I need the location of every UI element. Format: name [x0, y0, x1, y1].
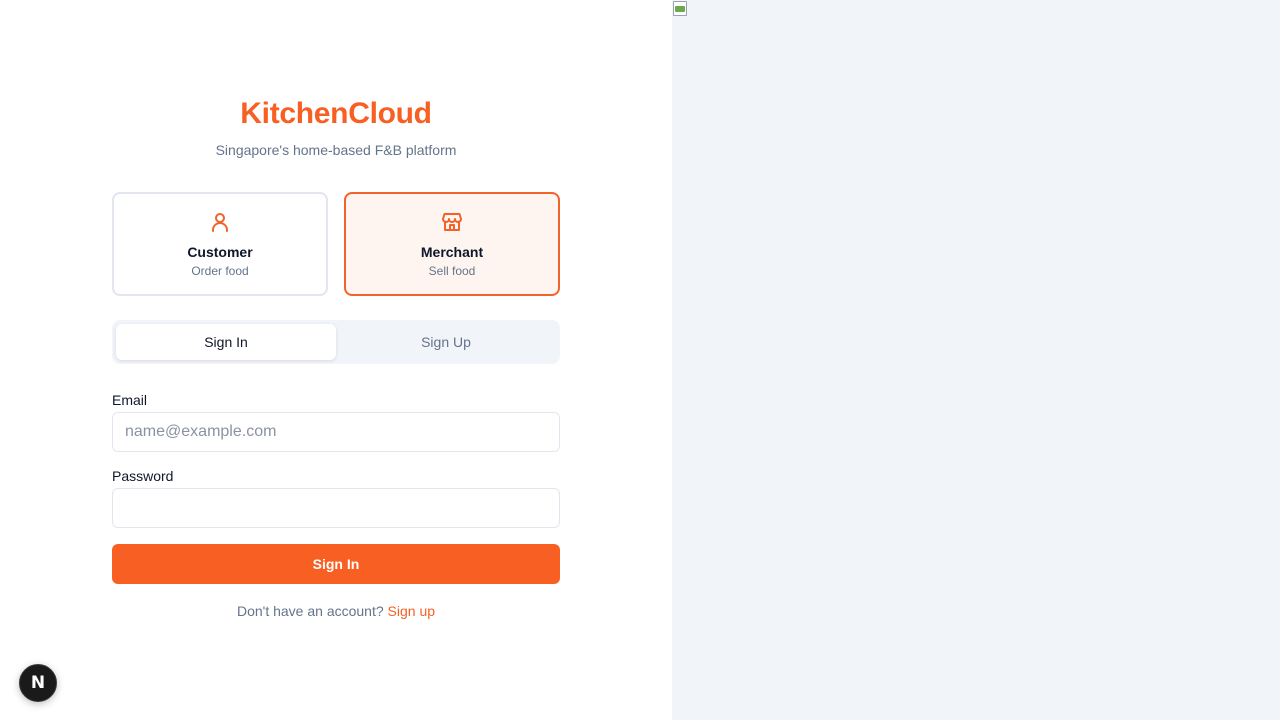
signup-prompt-text: Don't have an account? — [236, 603, 384, 619]
email-field-group: Email — [112, 392, 560, 452]
role-card-customer[interactable]: Customer Order food — [112, 192, 328, 296]
store-icon — [442, 213, 462, 231]
side-image-panel — [672, 0, 1280, 720]
sign-up-link[interactable]: Sign up — [388, 603, 435, 619]
brand-title: KitchenCloud — [240, 97, 432, 130]
role-subtitle: Sell food — [428, 264, 476, 278]
signup-prompt: Don't have an account? Sign up — [112, 601, 560, 621]
role-card-merchant[interactable]: Merchant Sell food — [344, 192, 560, 296]
password-label: Password — [112, 468, 174, 484]
auth-tabs: Sign In Sign Up — [112, 320, 560, 364]
auth-page: KitchenCloud Singapore's home-based F&B … — [0, 0, 1280, 720]
role-selector: Customer Order food Merchant Sell food — [112, 192, 560, 296]
brand-tagline: Singapore's home-based F&B platform — [215, 142, 457, 158]
role-name: Customer — [187, 244, 253, 260]
password-input[interactable] — [112, 488, 560, 528]
tab-sign-up[interactable]: Sign Up — [336, 324, 556, 360]
sign-in-button[interactable]: Sign In — [112, 544, 560, 584]
tab-sign-in[interactable]: Sign In — [116, 324, 336, 360]
broken-image-icon — [673, 1, 689, 17]
email-label: Email — [112, 392, 148, 408]
role-subtitle: Order food — [191, 264, 249, 278]
nextjs-dev-badge[interactable]: N — [19, 664, 57, 702]
role-name: Merchant — [420, 244, 484, 260]
auth-form: KitchenCloud Singapore's home-based F&B … — [112, 96, 560, 621]
user-icon — [212, 213, 228, 232]
password-field-group: Password — [112, 468, 560, 528]
auth-panel: KitchenCloud Singapore's home-based F&B … — [0, 0, 672, 720]
nextjs-icon: N — [30, 673, 46, 693]
email-input[interactable] — [112, 412, 560, 452]
